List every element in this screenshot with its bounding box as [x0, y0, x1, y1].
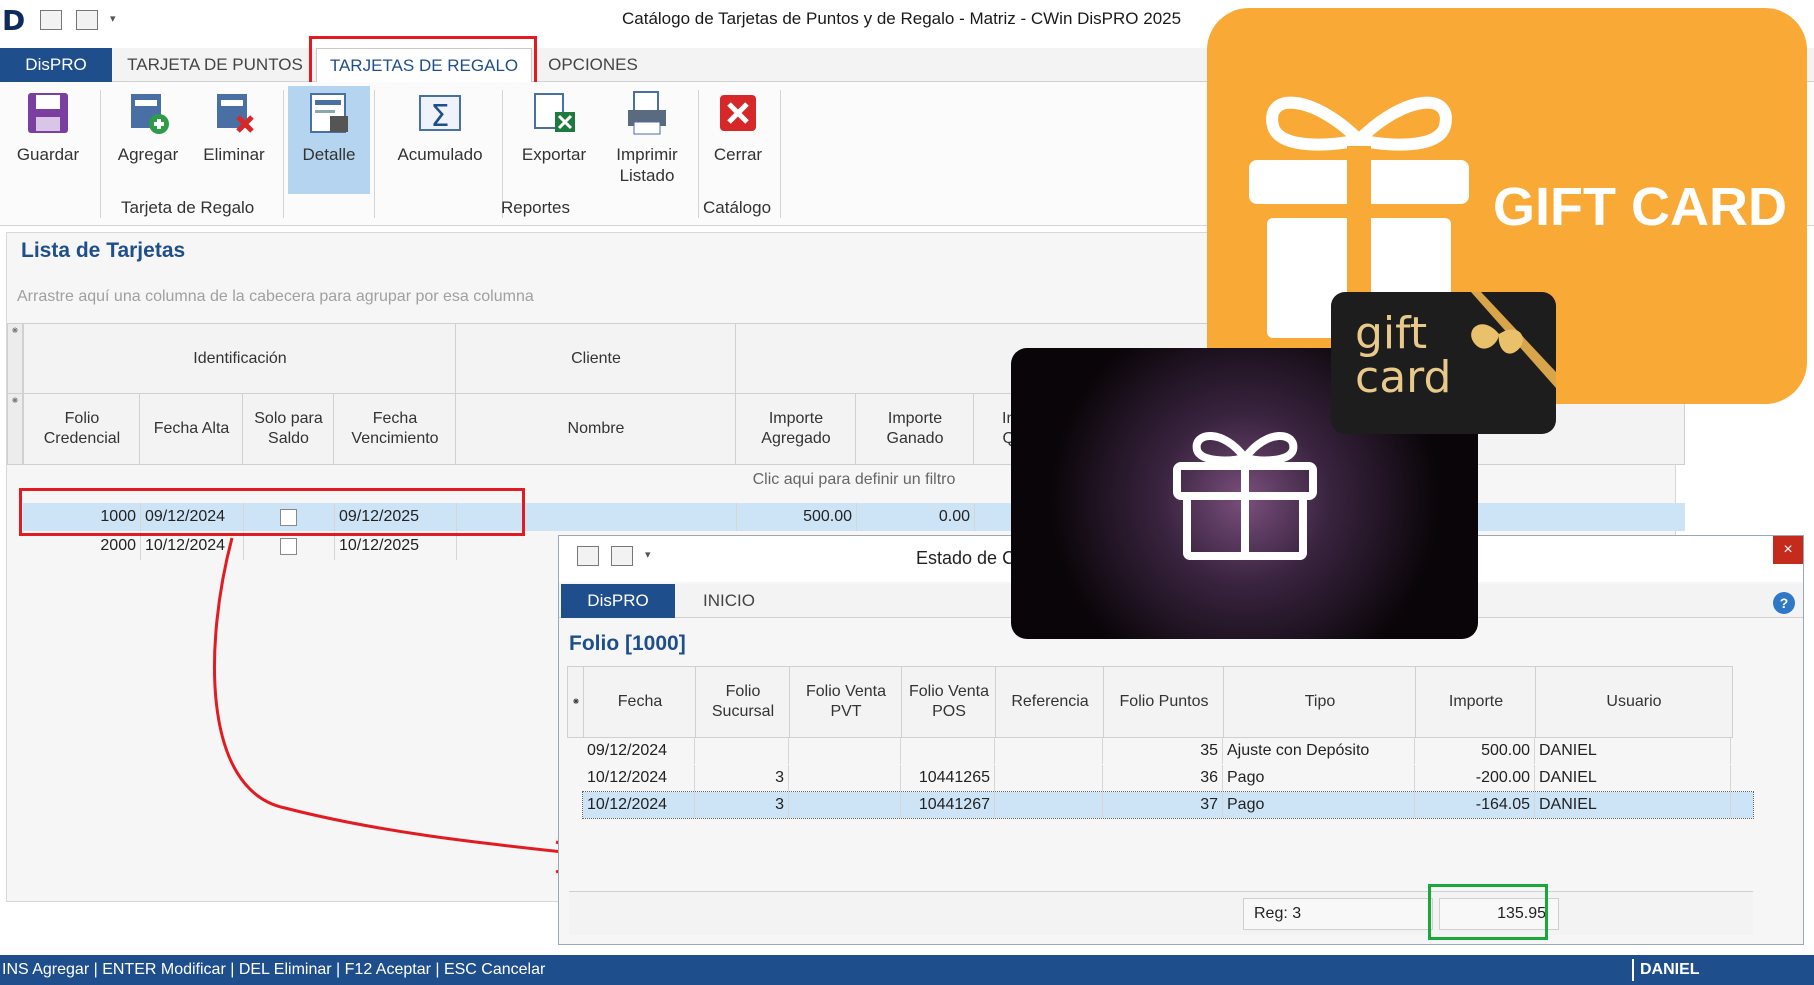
cell-usuario: DANIEL — [1535, 738, 1731, 764]
status-bar: INS Agregar | ENTER Modificar | DEL Elim… — [0, 955, 1814, 985]
table-row[interactable]: 10/12/2024 3 10441267 37 Pago -164.05 DA… — [582, 791, 1754, 819]
current-user: DANIEL — [1640, 961, 1700, 978]
gift-card-black-text: gift card — [1355, 308, 1452, 403]
tab-inicio[interactable]: INICIO — [689, 584, 769, 618]
col-folio-sucursal[interactable]: Folio Sucursal — [695, 666, 791, 738]
cell-pos: 10441265 — [901, 765, 995, 791]
gift-card-black-image: gift card — [1331, 292, 1556, 434]
cell-pvt — [789, 792, 901, 818]
folio-title: Folio [1000] — [569, 632, 686, 655]
col-usuario[interactable]: Usuario — [1535, 666, 1733, 738]
cell-folio-puntos: 36 — [1103, 765, 1223, 791]
col-importe[interactable]: Importe — [1415, 666, 1537, 738]
col-folio-puntos[interactable]: Folio Puntos — [1103, 666, 1225, 738]
gift-card-orange-text: GIFT CARD — [1493, 177, 1787, 237]
status-separator — [1632, 959, 1634, 981]
cell-usuario: DANIEL — [1535, 765, 1731, 791]
table-row[interactable]: 09/12/2024 35 Ajuste con Depósito 500.00… — [583, 738, 1753, 764]
cell-sucursal — [695, 738, 789, 764]
col-folio-venta-pvt[interactable]: Folio Venta PVT — [789, 666, 903, 738]
cell-referencia — [995, 765, 1103, 791]
cell-pvt — [789, 765, 901, 791]
table-row[interactable]: 10/12/2024 3 10441265 36 Pago -200.00 DA… — [583, 765, 1753, 791]
record-count: Reg: 3 — [1243, 898, 1433, 930]
shortcut-hints: INS Agregar | ENTER Modificar | DEL Elim… — [2, 961, 546, 978]
cell-tipo: Pago — [1223, 765, 1415, 791]
highlight-total-box — [1428, 884, 1548, 940]
cell-fecha: 10/12/2024 — [583, 792, 695, 818]
cell-folio-puntos: 35 — [1103, 738, 1223, 764]
quick-access-dropdown-icon[interactable]: ▾ — [645, 548, 651, 561]
cell-fecha: 10/12/2024 — [583, 765, 695, 791]
cell-pvt — [789, 738, 901, 764]
cell-importe: -164.05 — [1415, 792, 1535, 818]
cell-tipo: Pago — [1223, 792, 1415, 818]
cell-fecha: 09/12/2024 — [583, 738, 695, 764]
cell-importe: -200.00 — [1415, 765, 1535, 791]
dialog-footer: Reg: 3 135.95 — [569, 891, 1753, 935]
cell-referencia — [995, 792, 1103, 818]
col-referencia[interactable]: Referencia — [995, 666, 1105, 738]
col-fecha[interactable]: Fecha — [583, 666, 697, 738]
cell-pos — [901, 738, 995, 764]
cell-sucursal: 3 — [695, 792, 789, 818]
clipboard-icon[interactable] — [611, 546, 633, 566]
gold-ribbon-icon — [1471, 292, 1556, 388]
tab-dispro[interactable]: DisPRO — [561, 584, 675, 618]
cell-usuario: DANIEL — [1535, 792, 1731, 818]
col-tipo[interactable]: Tipo — [1223, 666, 1417, 738]
cell-tipo: Ajuste con Depósito — [1223, 738, 1415, 764]
col-folio-venta-pos[interactable]: Folio Venta POS — [901, 666, 997, 738]
cell-importe: 500.00 — [1415, 738, 1535, 764]
help-icon[interactable]: ? — [1773, 592, 1795, 614]
close-icon[interactable]: × — [1773, 536, 1803, 564]
cell-referencia — [995, 738, 1103, 764]
window-icon[interactable] — [577, 546, 599, 566]
cell-pos: 10441267 — [901, 792, 995, 818]
cell-folio-puntos: 37 — [1103, 792, 1223, 818]
cell-sucursal: 3 — [695, 765, 789, 791]
dialog-title: Estado de C — [916, 548, 1016, 568]
gift-outline-icon — [1173, 432, 1317, 560]
